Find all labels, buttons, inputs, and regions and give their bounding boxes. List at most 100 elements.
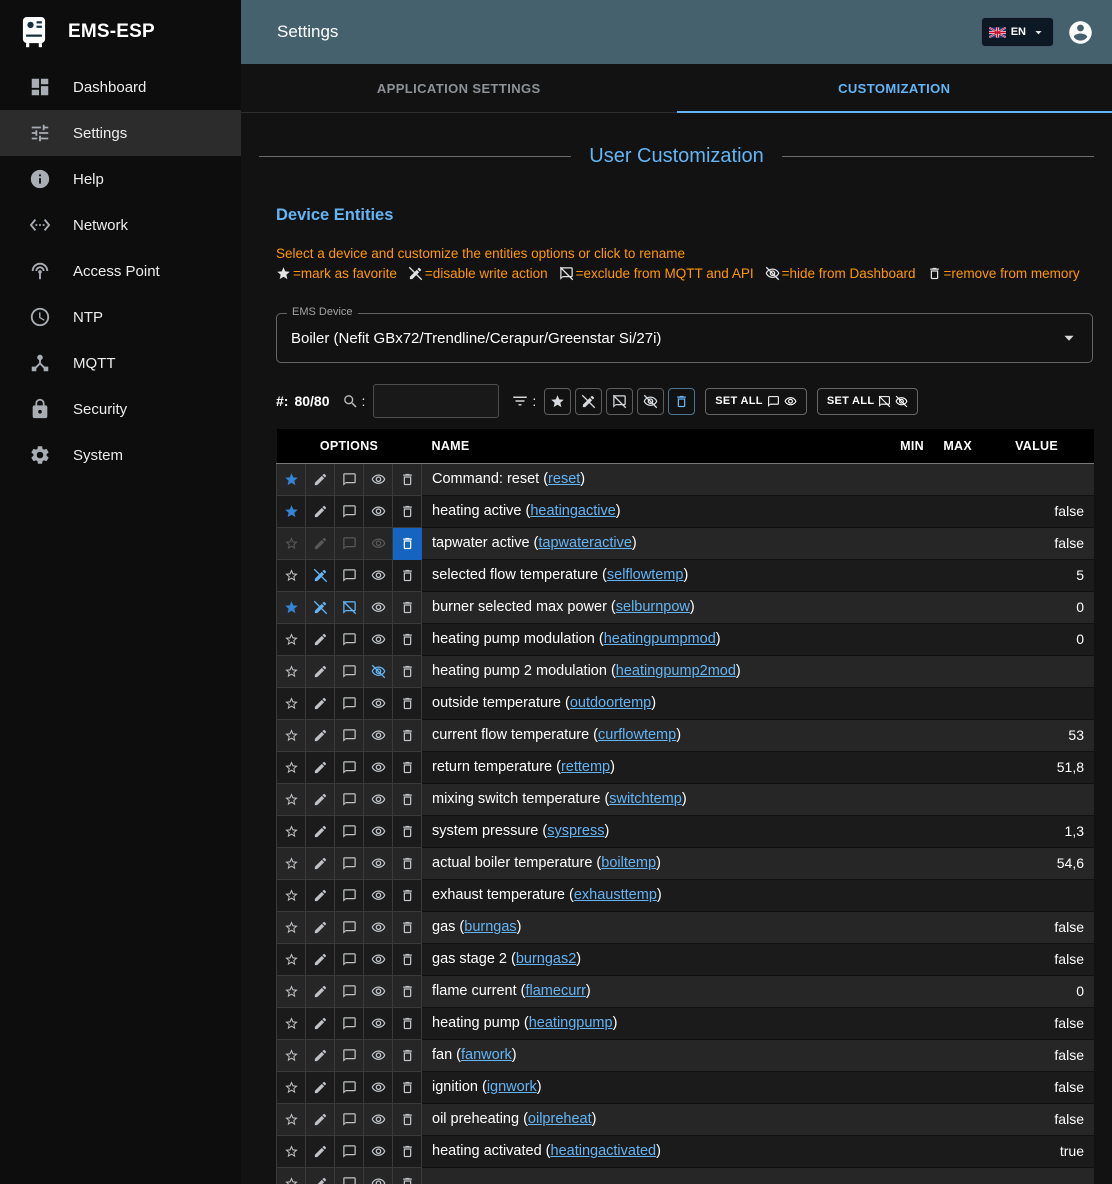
exclude-mqtt-toggle[interactable]: [335, 527, 364, 559]
favorite-toggle[interactable]: [277, 783, 306, 815]
hide-toggle[interactable]: [364, 943, 393, 975]
disable-write-toggle[interactable]: [306, 719, 335, 751]
delete-toggle[interactable]: [393, 1071, 422, 1103]
entity-name[interactable]: actual boiler temperature (boiltemp): [422, 847, 889, 879]
disable-write-toggle[interactable]: [306, 527, 335, 559]
entity-shortname-link[interactable]: switchtemp: [609, 791, 682, 807]
exclude-mqtt-toggle[interactable]: [335, 495, 364, 527]
entity-name[interactable]: Command: reset (reset): [422, 463, 889, 495]
favorite-toggle[interactable]: [277, 911, 306, 943]
exclude-mqtt-toggle[interactable]: [335, 1007, 364, 1039]
disable-write-toggle[interactable]: [306, 1135, 335, 1167]
hide-toggle[interactable]: [364, 879, 393, 911]
entity-shortname-link[interactable]: curflowtemp: [598, 727, 676, 743]
hide-toggle[interactable]: [364, 975, 393, 1007]
delete-toggle[interactable]: [393, 719, 422, 751]
delete-toggle[interactable]: [393, 943, 422, 975]
entity-shortname-link[interactable]: syspress: [547, 823, 604, 839]
delete-toggle[interactable]: [393, 463, 422, 495]
favorite-toggle[interactable]: [277, 975, 306, 1007]
disable-write-toggle[interactable]: [306, 1167, 335, 1184]
bulk-comment-off-button[interactable]: [606, 388, 633, 415]
entity-name[interactable]: heating active (heatingactive): [422, 495, 889, 527]
favorite-toggle[interactable]: [277, 559, 306, 591]
entity-shortname-link[interactable]: burngas2: [516, 951, 576, 967]
entity-shortname-link[interactable]: flamecurr: [525, 983, 585, 999]
favorite-toggle[interactable]: [277, 815, 306, 847]
sidebar-item-mqtt[interactable]: MQTT: [0, 340, 241, 386]
exclude-mqtt-toggle[interactable]: [335, 847, 364, 879]
entity-name[interactable]: mixing switch temperature (switchtemp): [422, 783, 889, 815]
entity-shortname-link[interactable]: heatingpumpmod: [604, 631, 716, 647]
sidebar-item-settings[interactable]: Settings: [0, 110, 241, 156]
delete-toggle[interactable]: [393, 623, 422, 655]
delete-toggle[interactable]: [393, 1167, 422, 1184]
favorite-toggle[interactable]: [277, 1007, 306, 1039]
disable-write-toggle[interactable]: [306, 1039, 335, 1071]
delete-toggle[interactable]: [393, 495, 422, 527]
favorite-toggle[interactable]: [277, 879, 306, 911]
favorite-toggle[interactable]: [277, 751, 306, 783]
hide-toggle[interactable]: [364, 1103, 393, 1135]
exclude-mqtt-toggle[interactable]: [335, 687, 364, 719]
delete-toggle[interactable]: [393, 1039, 422, 1071]
entity-name[interactable]: heating pump modulation (heatingpumpmod): [422, 623, 889, 655]
exclude-mqtt-toggle[interactable]: [335, 719, 364, 751]
hide-toggle[interactable]: [364, 591, 393, 623]
entity-shortname-link[interactable]: boiltemp: [601, 855, 656, 871]
sidebar-item-security[interactable]: Security: [0, 386, 241, 432]
hide-toggle[interactable]: [364, 1167, 393, 1184]
disable-write-toggle[interactable]: [306, 1071, 335, 1103]
set-all-hide-button[interactable]: SET ALL: [817, 388, 919, 415]
sidebar-item-ntp[interactable]: NTP: [0, 294, 241, 340]
disable-write-toggle[interactable]: [306, 687, 335, 719]
disable-write-toggle[interactable]: [306, 879, 335, 911]
delete-toggle[interactable]: [393, 591, 422, 623]
entity-name[interactable]: gas (burngas): [422, 911, 889, 943]
delete-toggle[interactable]: [393, 1103, 422, 1135]
delete-toggle[interactable]: [393, 687, 422, 719]
disable-write-toggle[interactable]: [306, 783, 335, 815]
entity-name[interactable]: ignition (ignwork): [422, 1071, 889, 1103]
exclude-mqtt-toggle[interactable]: [335, 623, 364, 655]
bulk-edit-off-button[interactable]: [575, 388, 602, 415]
exclude-mqtt-toggle[interactable]: [335, 911, 364, 943]
exclude-mqtt-toggle[interactable]: [335, 1103, 364, 1135]
favorite-toggle[interactable]: [277, 1103, 306, 1135]
bulk-eye-off-button[interactable]: [637, 388, 664, 415]
favorite-toggle[interactable]: [277, 719, 306, 751]
entity-search-input[interactable]: [373, 384, 499, 418]
hide-toggle[interactable]: [364, 815, 393, 847]
hide-toggle[interactable]: [364, 719, 393, 751]
favorite-toggle[interactable]: [277, 591, 306, 623]
entity-shortname-link[interactable]: exhausttemp: [574, 887, 657, 903]
favorite-toggle[interactable]: [277, 495, 306, 527]
exclude-mqtt-toggle[interactable]: [335, 591, 364, 623]
entity-shortname-link[interactable]: reset: [548, 471, 580, 487]
tab-application-settings[interactable]: APPLICATION SETTINGS: [241, 64, 677, 112]
hide-toggle[interactable]: [364, 751, 393, 783]
delete-toggle[interactable]: [393, 847, 422, 879]
entity-shortname-link[interactable]: selflowtemp: [607, 567, 684, 583]
sidebar-item-access-point[interactable]: Access Point: [0, 248, 241, 294]
hide-toggle[interactable]: [364, 911, 393, 943]
language-selector[interactable]: EN: [981, 17, 1054, 47]
favorite-toggle[interactable]: [277, 687, 306, 719]
favorite-toggle[interactable]: [277, 1167, 306, 1184]
disable-write-toggle[interactable]: [306, 847, 335, 879]
exclude-mqtt-toggle[interactable]: [335, 463, 364, 495]
entity-name[interactable]: return temperature (rettemp): [422, 751, 889, 783]
favorite-toggle[interactable]: [277, 655, 306, 687]
favorite-toggle[interactable]: [277, 943, 306, 975]
ems-device-select[interactable]: EMS Device Boiler (Nefit GBx72/Trendline…: [276, 313, 1093, 363]
entity-name[interactable]: heating pump 2 modulation (heatingpump2m…: [422, 655, 889, 687]
disable-write-toggle[interactable]: [306, 1103, 335, 1135]
favorite-toggle[interactable]: [277, 463, 306, 495]
delete-toggle[interactable]: [393, 975, 422, 1007]
exclude-mqtt-toggle[interactable]: [335, 1071, 364, 1103]
entity-shortname-link[interactable]: heatingactive: [530, 503, 615, 519]
hide-toggle[interactable]: [364, 527, 393, 559]
disable-write-toggle[interactable]: [306, 911, 335, 943]
bulk-trash-button[interactable]: [668, 388, 695, 415]
hide-toggle[interactable]: [364, 687, 393, 719]
